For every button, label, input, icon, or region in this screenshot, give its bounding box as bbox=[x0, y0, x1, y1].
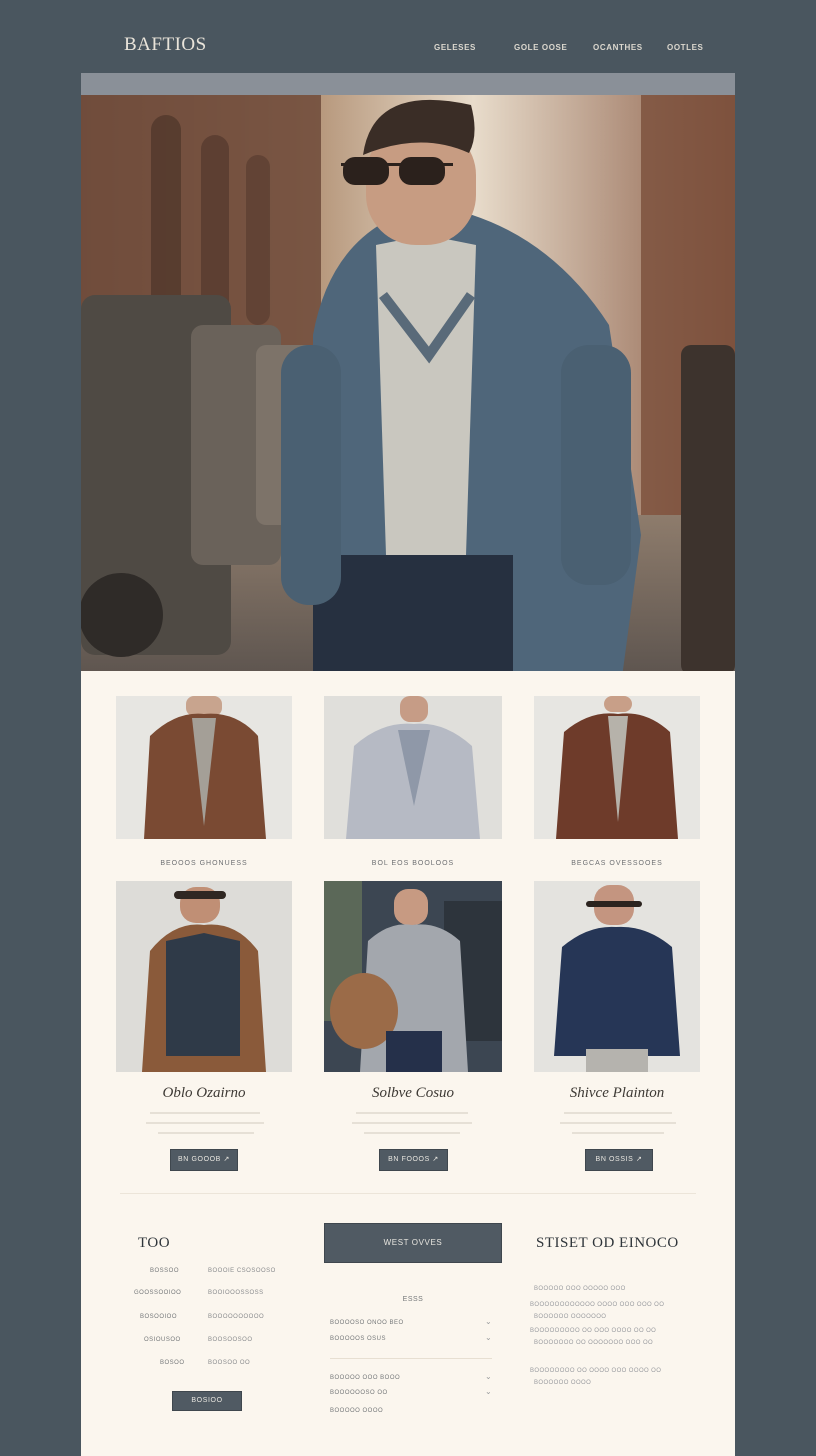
main-nav: GELESES GOLE OOSE OCANTHES OOTLES bbox=[0, 43, 816, 55]
footer-right-line-6: BOOOOOOOO OO OOOO OOO OOOO OO bbox=[530, 1368, 662, 1374]
product-title-1[interactable]: Oblo Ozairno bbox=[116, 1085, 292, 1102]
footer-left-label-3: BOSOOIOO bbox=[140, 1314, 178, 1320]
product-image-1[interactable] bbox=[116, 696, 292, 839]
footer-left-label-2: GOOSSOOIOO bbox=[134, 1290, 182, 1296]
footer-center-divider bbox=[330, 1358, 492, 1359]
footer-center-row-3[interactable]: BOOOOO OOO BOOO bbox=[330, 1375, 400, 1381]
footer-right-line-5: BOOOOOOO OO OOOOOOO OOO OO bbox=[534, 1340, 654, 1346]
footer-right-line-1: BOOOOO OOO OOOOO OOO bbox=[534, 1286, 626, 1292]
brown-jacket-photo bbox=[116, 696, 292, 839]
product-desc-3b bbox=[560, 1122, 676, 1124]
hero-photo-illustration bbox=[81, 95, 735, 671]
product-caption-3: BEGCAS OVESSOOES bbox=[571, 860, 663, 867]
footer-center-button[interactable]: WEST OVVES bbox=[324, 1223, 502, 1263]
product-caption-2: BOL EOS BOOLOOS bbox=[371, 860, 455, 867]
footer-center-row-2[interactable]: BOOOOOS OSUS bbox=[330, 1336, 386, 1342]
footer-left-value-1[interactable]: BOOOIE CSOSOOSO bbox=[208, 1268, 276, 1274]
product-image-4[interactable] bbox=[116, 881, 292, 1072]
footer-left-title: TOO bbox=[138, 1235, 171, 1251]
chevron-down-icon[interactable]: ⌄ bbox=[485, 1333, 492, 1342]
footer-left-label-1: BOSSOO bbox=[150, 1268, 180, 1274]
footer-center-row-1[interactable]: BOOOOSO ONOO BEO bbox=[330, 1320, 404, 1326]
hero-image bbox=[81, 95, 735, 671]
product-button-1-label: BN GOOOB bbox=[178, 1156, 221, 1163]
product-desc-2c bbox=[364, 1132, 460, 1134]
nav-item-3[interactable]: OCANTHES bbox=[593, 43, 643, 52]
footer-center-row-5[interactable]: BOOOOO OOOO bbox=[330, 1408, 383, 1414]
nav-item-1[interactable]: GELESES bbox=[434, 43, 476, 52]
product-button-3[interactable]: BN OSSIS ↗ bbox=[585, 1149, 653, 1171]
footer-right-line-2: BOOOOOOOOOOOO OOOO OOO OOO OO bbox=[530, 1302, 665, 1308]
arrow-icon: ↗ bbox=[432, 1156, 439, 1163]
leather-jacket-photo bbox=[534, 696, 700, 839]
street-blazer-photo bbox=[324, 881, 502, 1072]
chevron-down-icon[interactable]: ⌄ bbox=[485, 1372, 492, 1381]
chevron-down-icon[interactable]: ⌄ bbox=[485, 1317, 492, 1326]
arrow-icon: ↗ bbox=[223, 1156, 230, 1163]
footer-left-label-4: OSIOUSOO bbox=[144, 1337, 181, 1343]
hero-top-bar bbox=[81, 73, 735, 95]
product-desc-1c bbox=[158, 1132, 254, 1134]
product-image-3[interactable] bbox=[534, 696, 700, 839]
product-button-1[interactable]: BN GOOOB ↗ bbox=[170, 1149, 238, 1171]
product-title-3[interactable]: Shivce Plainton bbox=[534, 1085, 700, 1102]
footer-left-value-4[interactable]: BOOSOOSOO bbox=[208, 1337, 253, 1343]
footer-right-line-4: BOOOOOOOOO OO OOO OOOO OO OO bbox=[530, 1328, 657, 1334]
product-button-3-label: BN OSSIS bbox=[595, 1156, 634, 1163]
grey-suit-photo bbox=[324, 696, 502, 839]
chevron-down-icon[interactable]: ⌄ bbox=[485, 1387, 492, 1396]
product-desc-3a bbox=[564, 1112, 672, 1114]
product-image-2[interactable] bbox=[324, 696, 502, 839]
footer-left-label-5: BOSOO bbox=[160, 1360, 185, 1366]
footer-center-row-4[interactable]: BOOOOOOSO OO bbox=[330, 1390, 388, 1396]
product-desc-2b bbox=[352, 1122, 472, 1124]
arrow-icon: ↗ bbox=[635, 1156, 643, 1163]
footer-right-title: STISET OD EINOCO bbox=[536, 1235, 679, 1251]
product-title-2[interactable]: Solbve Cosuo bbox=[324, 1085, 502, 1102]
product-caption-1: BEOOOS GHONUESS bbox=[160, 860, 248, 867]
product-desc-1b bbox=[146, 1122, 264, 1124]
product-image-5[interactable] bbox=[324, 881, 502, 1072]
nav-item-4[interactable]: OOTLES bbox=[667, 43, 704, 52]
product-button-2[interactable]: BN FOOOS ↗ bbox=[379, 1149, 448, 1171]
footer-left-value-5[interactable]: BOOSOO OO bbox=[208, 1360, 250, 1366]
product-desc-3c bbox=[572, 1132, 664, 1134]
section-divider bbox=[120, 1193, 696, 1194]
footer-left-value-3[interactable]: BOOOOOOOOOO bbox=[208, 1314, 264, 1320]
footer-left-button[interactable]: BOSIOO bbox=[172, 1391, 242, 1411]
product-desc-1a bbox=[150, 1112, 260, 1114]
product-button-2-label: BN FOOOS bbox=[388, 1156, 430, 1163]
navy-jacket-photo bbox=[534, 881, 700, 1072]
footer-center-heading: ESSS bbox=[402, 1296, 424, 1303]
product-desc-2a bbox=[356, 1112, 468, 1114]
product-image-6[interactable] bbox=[534, 881, 700, 1072]
footer-right-line-7: BOOOOOO OOOO bbox=[534, 1380, 592, 1386]
denim-vest-photo bbox=[116, 881, 292, 1072]
footer-left-value-2[interactable]: BOOIOOOSSOSS bbox=[208, 1290, 264, 1296]
footer-right-line-3: BOOOOOO OOOOOOO bbox=[534, 1314, 607, 1320]
nav-item-2[interactable]: GOLE OOSE bbox=[514, 43, 567, 52]
